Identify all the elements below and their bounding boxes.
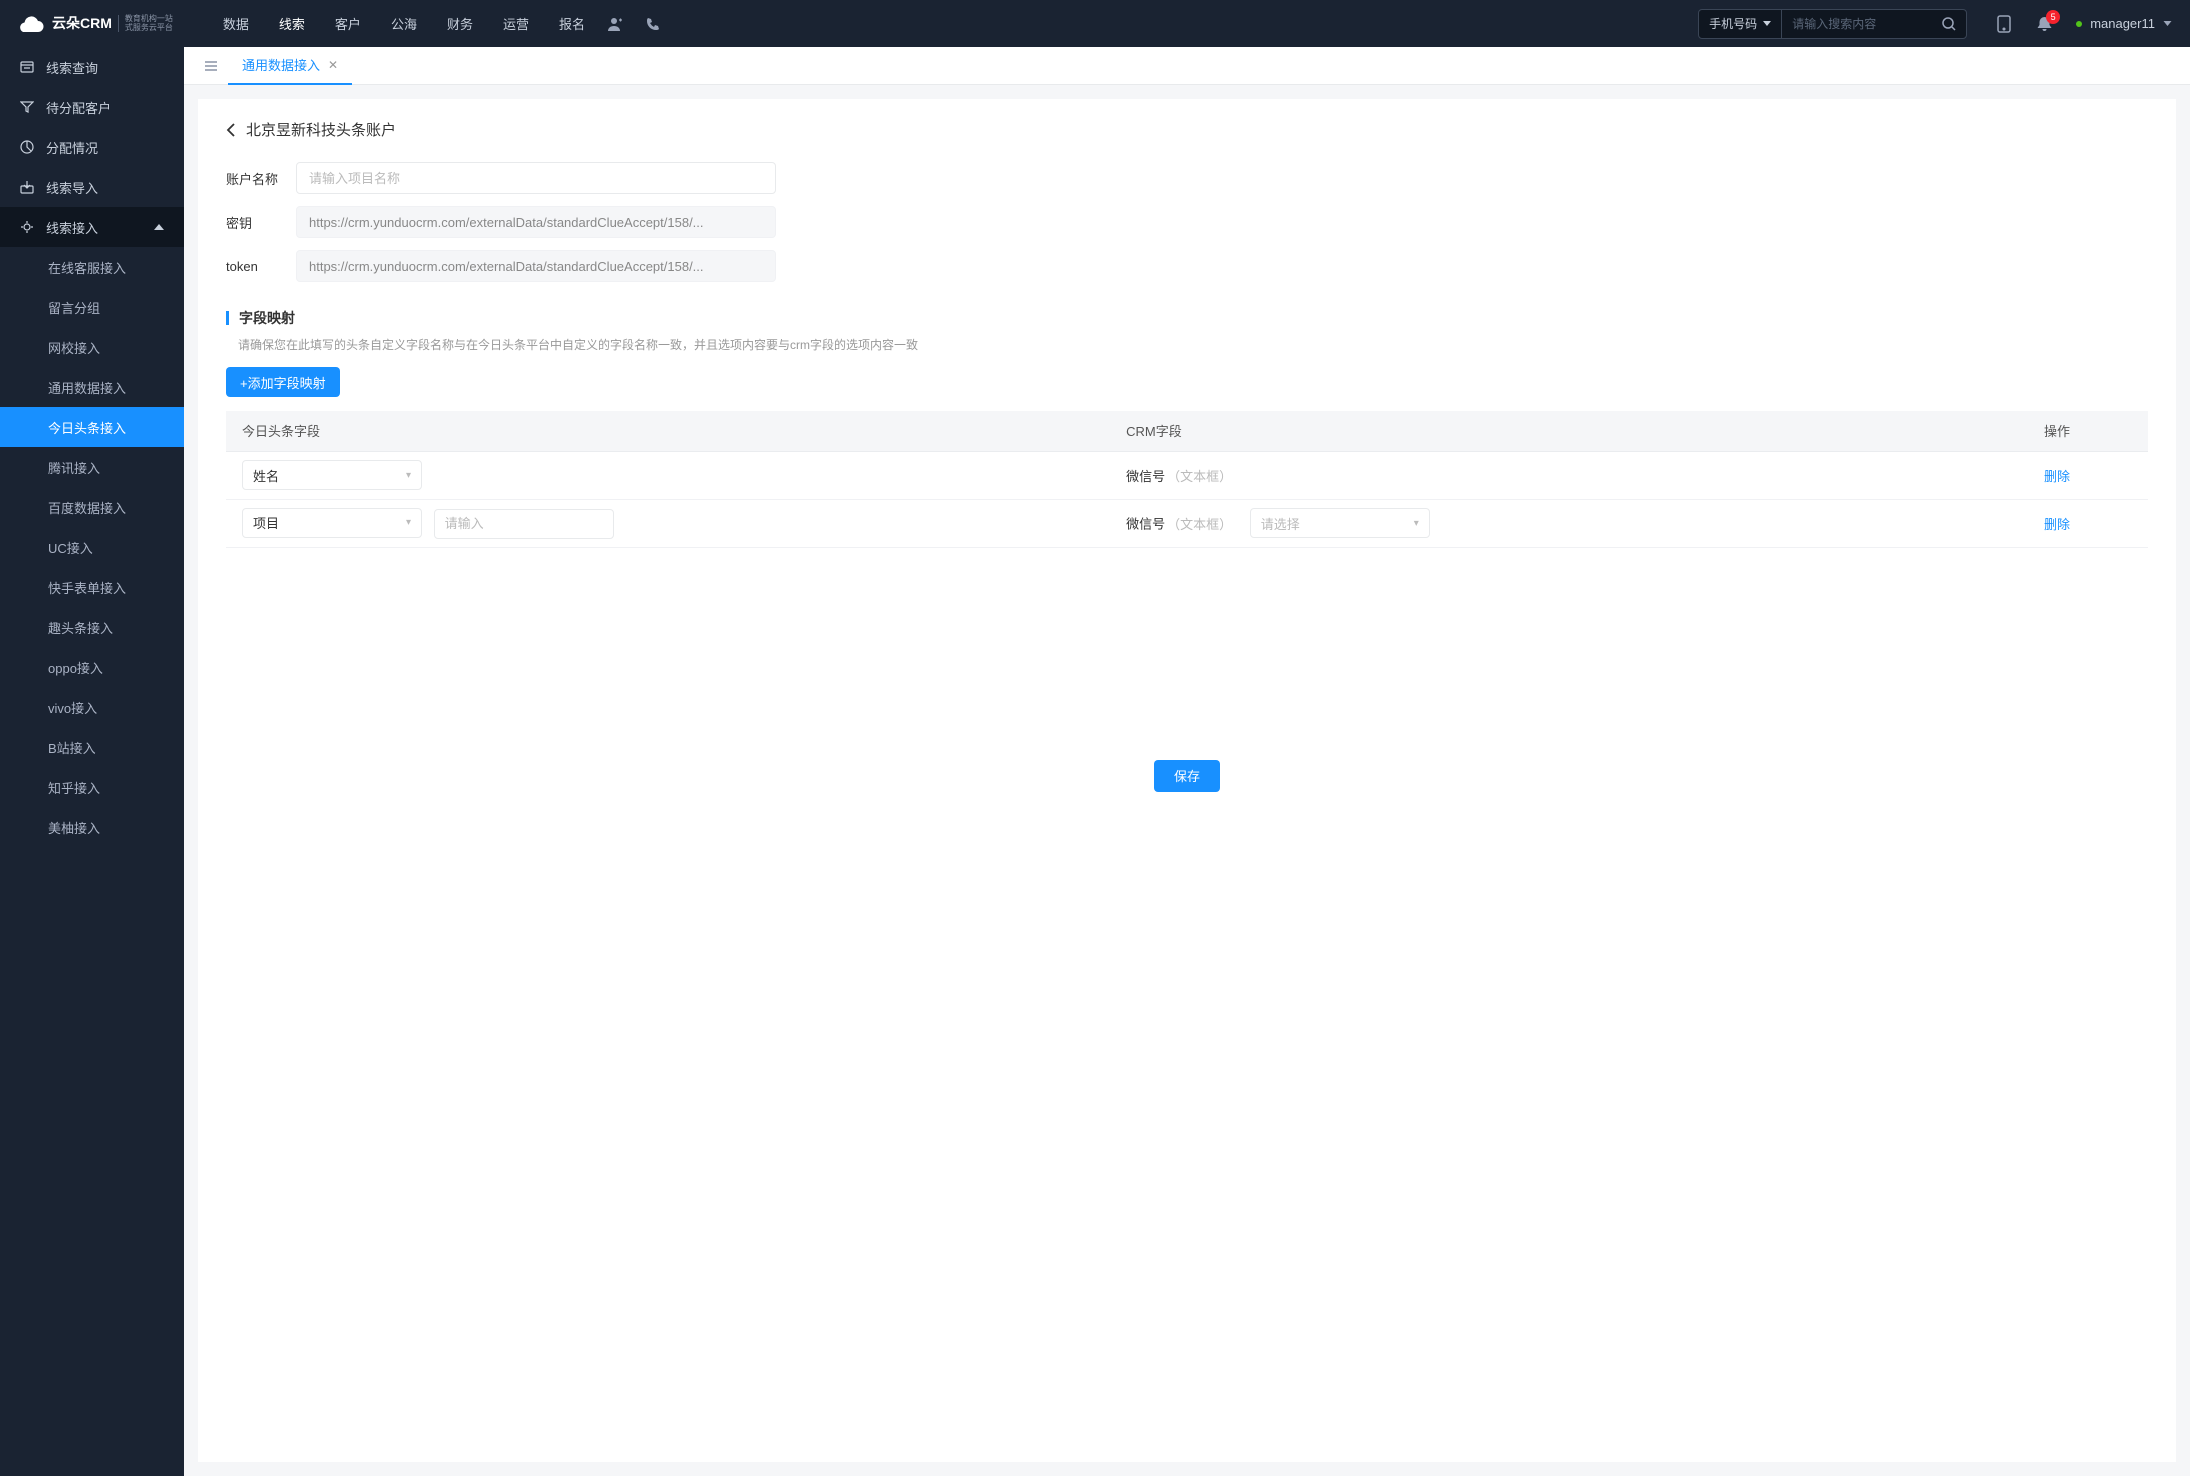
table-row: 姓名 ▾ 微信号（文本框） 删除 xyxy=(226,451,2148,499)
tt-field-select[interactable]: 姓名 ▾ xyxy=(242,460,422,490)
secret-label: 密钥 xyxy=(226,213,296,232)
name-label: 账户名称 xyxy=(226,169,296,188)
status-dot xyxy=(2076,21,2082,27)
secret-input[interactable] xyxy=(296,206,776,238)
tab-close-button[interactable]: ✕ xyxy=(328,58,338,72)
logo: 云朵CRM 教育机构一站式服务云平台 xyxy=(18,13,173,35)
sidebar-sub-bilibili[interactable]: B站接入 xyxy=(0,727,184,767)
sidebar-sub-vivo[interactable]: vivo接入 xyxy=(0,687,184,727)
nav-signup[interactable]: 报名 xyxy=(559,14,585,33)
phone-icon[interactable] xyxy=(645,16,661,32)
notification-bell[interactable]: 5 xyxy=(2037,16,2052,32)
search-input[interactable] xyxy=(1782,17,1932,31)
sidebar-item-import[interactable]: 线索导入 xyxy=(0,167,184,207)
crm-field-cell: 微信号（文本框） 请选择 ▾ xyxy=(1110,499,2028,547)
main-nav: 数据 线索 客户 公海 财务 运营 报名 xyxy=(223,14,585,33)
chevron-down-icon: ▾ xyxy=(406,517,411,528)
table-header-row: 今日头条字段 CRM字段 操作 xyxy=(226,411,2148,451)
nav-clue[interactable]: 线索 xyxy=(279,14,305,33)
chevron-left-icon xyxy=(226,123,236,137)
form-row-name: 账户名称 xyxy=(226,162,2148,194)
nav-sea[interactable]: 公海 xyxy=(391,14,417,33)
sidebar-sub-oppo[interactable]: oppo接入 xyxy=(0,647,184,687)
col-action: 操作 xyxy=(2028,411,2148,451)
chevron-down-icon: ▾ xyxy=(1414,518,1419,529)
sidebar-sub-livechat[interactable]: 在线客服接入 xyxy=(0,247,184,287)
delete-row-link[interactable]: 删除 xyxy=(2044,469,2070,484)
sidebar-sub-kuaishou[interactable]: 快手表单接入 xyxy=(0,567,184,607)
chevron-down-icon xyxy=(1763,21,1771,26)
username: manager11 xyxy=(2090,16,2155,31)
sidebar-sub-meiyou[interactable]: 美柚接入 xyxy=(0,807,184,847)
account-name-input[interactable] xyxy=(296,162,776,194)
import-icon xyxy=(20,180,34,194)
mapping-table: 今日头条字段 CRM字段 操作 姓名 ▾ xyxy=(226,411,2148,548)
sidebar-sub-zhihu[interactable]: 知乎接入 xyxy=(0,767,184,807)
sidebar-sub-school[interactable]: 网校接入 xyxy=(0,327,184,367)
page-content: 北京昱新科技头条账户 账户名称 密钥 token 字段映射 请确保您在此填写的头… xyxy=(198,99,2176,1462)
sidebar-sub-toutiao[interactable]: 今日头条接入 xyxy=(0,407,184,447)
notification-count: 5 xyxy=(2046,10,2060,24)
user-plus-icon[interactable] xyxy=(607,16,623,32)
form-row-secret: 密钥 xyxy=(226,206,2148,238)
app-header: 云朵CRM 教育机构一站式服务云平台 数据 线索 客户 公海 财务 运营 报名 … xyxy=(0,0,2190,47)
tt-field-extra-input[interactable] xyxy=(434,509,614,539)
filter-icon xyxy=(20,100,34,114)
breadcrumb: 北京昱新科技头条账户 xyxy=(226,119,2148,140)
list-icon xyxy=(20,60,34,74)
sidebar-sub-baidu[interactable]: 百度数据接入 xyxy=(0,487,184,527)
tab-bar: 通用数据接入 ✕ xyxy=(184,47,2190,85)
nav-operate[interactable]: 运营 xyxy=(503,14,529,33)
search-type-select[interactable]: 手机号码 xyxy=(1699,10,1782,38)
sidebar: 线索查询 待分配客户 分配情况 线索导入 线索接入 在线客服接入 留言分组 网校… xyxy=(0,47,184,1476)
crm-field-cell: 微信号（文本框） xyxy=(1110,451,2028,499)
tt-field-select[interactable]: 项目 ▾ xyxy=(242,508,422,538)
delete-row-link[interactable]: 删除 xyxy=(2044,517,2070,532)
form-row-token: token xyxy=(226,250,2148,282)
sidebar-item-pending[interactable]: 待分配客户 xyxy=(0,87,184,127)
logo-subtitle: 教育机构一站式服务云平台 xyxy=(118,15,173,33)
nav-customer[interactable]: 客户 xyxy=(335,14,361,33)
sidebar-sub-uc[interactable]: UC接入 xyxy=(0,527,184,567)
user-menu[interactable]: manager11 xyxy=(2076,16,2172,31)
sidebar-sub-generic[interactable]: 通用数据接入 xyxy=(0,367,184,407)
search-button[interactable] xyxy=(1932,17,1966,31)
token-label: token xyxy=(226,259,296,274)
tab-generic-data[interactable]: 通用数据接入 ✕ xyxy=(228,47,352,85)
menu-collapse-icon xyxy=(204,60,218,72)
sidebar-sub-message[interactable]: 留言分组 xyxy=(0,287,184,327)
section-title: 字段映射 xyxy=(239,308,295,328)
save-button[interactable]: 保存 xyxy=(1154,760,1220,792)
sidebar-item-clue-query[interactable]: 线索查询 xyxy=(0,47,184,87)
sidebar-item-allocation[interactable]: 分配情况 xyxy=(0,127,184,167)
section-header-mapping: 字段映射 xyxy=(226,308,2148,328)
back-button[interactable] xyxy=(226,123,236,137)
col-crm-field: CRM字段 xyxy=(1110,411,2028,451)
collapse-sidebar-button[interactable] xyxy=(194,60,228,72)
chevron-down-icon: ▾ xyxy=(406,470,411,481)
section-hint: 请确保您在此填写的头条自定义字段名称与在今日头条平台中自定义的字段名称一致，并且… xyxy=(226,336,2148,353)
section-bar xyxy=(226,311,229,325)
footer: 保存 xyxy=(226,748,2148,804)
global-search: 手机号码 xyxy=(1698,9,1967,39)
nav-finance[interactable]: 财务 xyxy=(447,14,473,33)
sidebar-sub-tencent[interactable]: 腾讯接入 xyxy=(0,447,184,487)
pie-icon xyxy=(20,140,34,154)
sidebar-item-integration[interactable]: 线索接入 xyxy=(0,207,184,247)
page-title: 北京昱新科技头条账户 xyxy=(246,119,396,140)
add-mapping-button[interactable]: +添加字段映射 xyxy=(226,367,340,397)
crm-field-extra-select[interactable]: 请选择 ▾ xyxy=(1250,508,1430,538)
cloud-logo-icon xyxy=(18,13,46,35)
nav-data[interactable]: 数据 xyxy=(223,14,249,33)
sidebar-sub-qutoutiao[interactable]: 趣头条接入 xyxy=(0,607,184,647)
token-input[interactable] xyxy=(296,250,776,282)
mobile-icon[interactable] xyxy=(1997,15,2011,33)
col-tt-field: 今日头条字段 xyxy=(226,411,1110,451)
plug-icon xyxy=(20,220,34,234)
main-area: 通用数据接入 ✕ 北京昱新科技头条账户 账户名称 密钥 token xyxy=(184,47,2190,1476)
chevron-down-icon xyxy=(2163,21,2172,26)
table-row: 项目 ▾ 微信号（文本框） 请选择 ▾ 删除 xyxy=(226,499,2148,547)
chevron-up-icon xyxy=(154,224,164,230)
logo-text: 云朵CRM xyxy=(52,16,112,31)
